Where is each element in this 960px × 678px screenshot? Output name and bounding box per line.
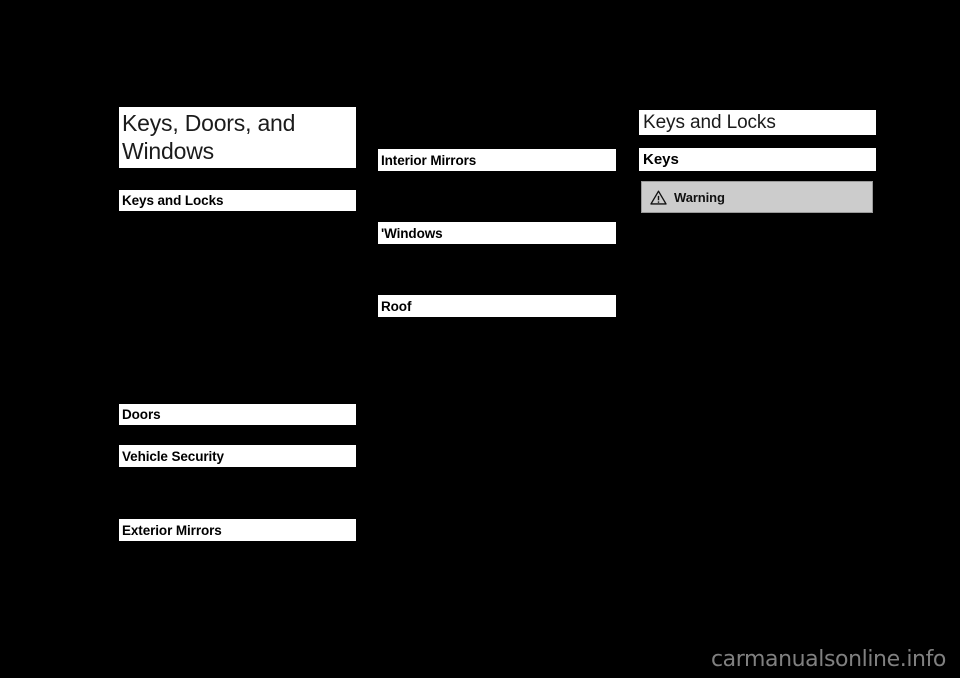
toc-entry-exterior-mirrors[interactable]: Exterior Mirrors <box>119 519 356 541</box>
subsection-heading-keys: Keys <box>639 148 876 171</box>
site-watermark: carmanualsonline.info <box>710 647 946 672</box>
toc-entry-windows[interactable]: 'Windows <box>378 222 616 244</box>
warning-triangle-icon <box>650 190 667 205</box>
toc-entry-label: 'Windows <box>381 225 443 241</box>
toc-entry-vehicle-security[interactable]: Vehicle Security <box>119 445 356 467</box>
toc-entry-keys-and-locks[interactable]: Keys and Locks <box>119 190 356 211</box>
toc-entry-label: Vehicle Security <box>122 448 224 464</box>
toc-entry-roof[interactable]: Roof <box>378 295 616 317</box>
toc-entry-interior-mirrors[interactable]: Interior Mirrors <box>378 149 616 171</box>
toc-entry-label: Keys and Locks <box>122 193 224 208</box>
toc-entry-label: Interior Mirrors <box>381 152 477 168</box>
page-canvas: Keys, Doors, and Windows Keys and Locks … <box>0 0 960 678</box>
toc-entry-label: Exterior Mirrors <box>122 522 222 538</box>
section-heading-keys-and-locks: Keys and Locks <box>639 110 876 135</box>
toc-entry-label: Doors <box>122 407 161 422</box>
chapter-title: Keys, Doors, and Windows <box>119 107 356 168</box>
toc-entry-doors[interactable]: Doors <box>119 404 356 425</box>
warning-label: Warning <box>674 189 725 205</box>
warning-callout: Warning <box>641 181 873 213</box>
toc-entry-label: Roof <box>381 298 412 314</box>
